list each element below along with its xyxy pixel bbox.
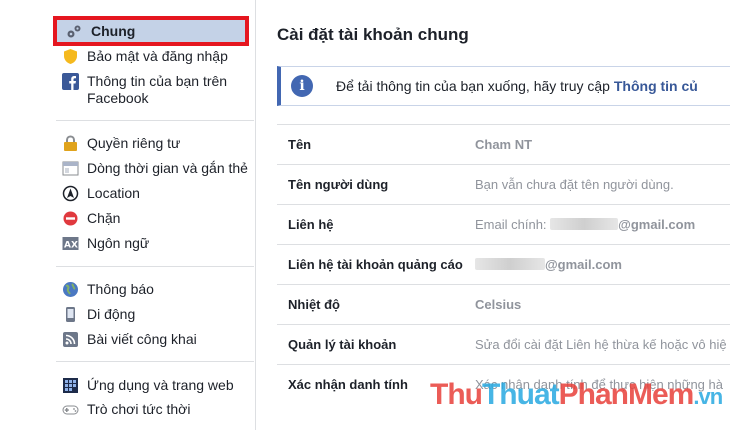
sidebar-group-apps: Ứng dụng và trang web Trò chơi tức thời	[56, 377, 254, 425]
sidebar-item-mobile[interactable]: Di động	[56, 306, 254, 331]
setting-label: Liên hệ	[288, 217, 334, 232]
sidebar-item-location[interactable]: Location	[56, 185, 254, 210]
gear-icon	[66, 23, 83, 40]
banner-text: Để tải thông tin của bạn xuống, hãy truy…	[336, 78, 614, 94]
sidebar-divider	[56, 266, 254, 267]
sidebar-item-privacy[interactable]: Quyền riêng tư	[56, 135, 254, 160]
sidebar-item-public-posts[interactable]: Bài viết công khai	[56, 331, 254, 356]
download-info-banner: i Để tải thông tin của bạn xuống, hãy tr…	[277, 66, 730, 106]
gamepad-icon	[62, 401, 79, 418]
sidebar-item-timeline[interactable]: Dòng thời gian và gắn thẻ	[56, 160, 254, 185]
sidebar-item-notifications[interactable]: Thông báo	[56, 281, 254, 306]
sidebar-item-apps[interactable]: Ứng dụng và trang web	[56, 377, 254, 401]
svg-text:AX: AX	[64, 241, 78, 251]
block-icon	[62, 210, 79, 227]
sidebar-group-account: Bảo mật và đăng nhập Thông tin của bạn t…	[56, 48, 254, 107]
sidebar-item-label: Bài viết công khai	[87, 331, 197, 347]
apps-icon	[62, 377, 79, 394]
setting-value: Sửa đổi cài đặt Liên hệ thừa kế hoặc vô …	[475, 337, 727, 352]
watermark-part: Thuat	[481, 378, 560, 411]
shield-icon	[62, 48, 79, 65]
rss-icon	[62, 331, 79, 348]
sidebar-item-label: Chung	[91, 23, 136, 39]
setting-label: Tên	[288, 137, 312, 152]
sidebar-item-label: Trò chơi tức thời	[87, 401, 191, 417]
watermark-part: Thu	[430, 378, 483, 411]
page-title: Cài đặt tài khoản chung	[277, 25, 469, 44]
sidebar-group-privacy: Quyền riêng tư Dòng thời gian và gắn thẻ…	[56, 135, 254, 260]
setting-value: Bạn vẫn chưa đặt tên người dùng.	[475, 177, 674, 192]
setting-label: Xác nhận danh tính	[288, 377, 408, 392]
sidebar-item-label: Bảo mật và đăng nhập	[87, 48, 228, 64]
sidebar-item-label: Location	[87, 185, 140, 201]
sidebar-item-language[interactable]: AX Ngôn ngữ	[56, 235, 254, 260]
sidebar-item-general[interactable]: Chung	[60, 23, 135, 40]
setting-value: Cham NT	[475, 137, 533, 152]
sidebar-item-label: Di động	[87, 306, 136, 322]
sidebar-item-security[interactable]: Bảo mật và đăng nhập	[56, 48, 254, 68]
setting-row-account-management[interactable]: Quản lý tài khoản Sửa đổi cài đặt Liên h…	[277, 324, 730, 364]
email-prefix: Email chính:	[475, 217, 551, 232]
site-watermark: ThuThuatPhanMem.vn	[430, 378, 723, 412]
sidebar-divider	[56, 120, 254, 121]
setting-row-username[interactable]: Tên người dùng Bạn vẫn chưa đặt tên ngườ…	[277, 164, 730, 204]
sidebar-item-label: Ngôn ngữ	[87, 235, 150, 251]
info-icon: i	[291, 75, 313, 97]
setting-value: @gmail.com	[475, 257, 622, 272]
setting-label: Liên hệ tài khoản quảng cáo	[288, 257, 463, 272]
lock-icon	[62, 135, 79, 152]
setting-row-temperature[interactable]: Nhiệt độ Celsius	[277, 284, 730, 324]
redacted-email	[550, 218, 619, 230]
setting-value: Celsius	[475, 297, 522, 312]
setting-row-ad-contact[interactable]: Liên hệ tài khoản quảng cáo @gmail.com	[277, 244, 730, 284]
setting-value: Email chính: @gmail.com	[475, 217, 695, 232]
sidebar-item-label: Quyền riêng tư	[87, 135, 181, 151]
your-info-link[interactable]: Thông tin củ	[614, 78, 698, 94]
setting-row-contact[interactable]: Liên hệ Email chính: @gmail.com	[277, 204, 730, 244]
sidebar-item-general-highlight[interactable]: Chung	[53, 16, 249, 46]
sidebar-item-your-info[interactable]: Thông tin của bạn trên Facebook	[56, 73, 254, 107]
sidebar-divider	[56, 361, 254, 362]
sidebar-group-notifications: Thông báo Di động Bài viết công khai	[56, 281, 254, 356]
sidebar-item-block[interactable]: Chặn	[56, 210, 254, 235]
sidebar-item-label: Thông báo	[87, 281, 154, 297]
watermark-part: .vn	[693, 384, 723, 409]
globe-icon	[62, 281, 79, 298]
sidebar-item-label: Thông tin của bạn trên Facebook	[87, 73, 228, 106]
setting-label: Quản lý tài khoản	[288, 337, 397, 352]
language-icon: AX	[62, 235, 79, 252]
settings-content: Cài đặt tài khoản chung i Để tải thông t…	[257, 0, 730, 430]
email-domain: @gmail.com	[618, 217, 696, 232]
setting-label: Nhiệt độ	[288, 297, 340, 312]
sidebar-item-label: Chặn	[87, 210, 121, 226]
location-icon	[62, 185, 79, 202]
sidebar-item-instant-games[interactable]: Trò chơi tức thời	[56, 401, 254, 425]
mobile-icon	[62, 306, 79, 323]
redacted-email	[475, 258, 545, 270]
watermark-part: PhanMem	[558, 378, 695, 411]
sidebar-item-label: Ứng dụng và trang web	[87, 377, 234, 393]
facebook-icon	[62, 73, 79, 90]
setting-row-name[interactable]: Tên Cham NT	[277, 124, 730, 164]
settings-sidebar: Chung Bảo mật và đăng nhập Thông tin của…	[0, 0, 256, 430]
setting-label: Tên người dùng	[288, 177, 389, 192]
timeline-icon	[62, 160, 79, 177]
sidebar-item-label: Dòng thời gian và gắn thẻ	[87, 160, 248, 176]
banner-text-container: Để tải thông tin của bạn xuống, hãy truy…	[336, 78, 698, 94]
settings-list: Tên Cham NT Tên người dùng Bạn vẫn chưa …	[277, 124, 730, 404]
email-domain: @gmail.com	[545, 257, 622, 272]
